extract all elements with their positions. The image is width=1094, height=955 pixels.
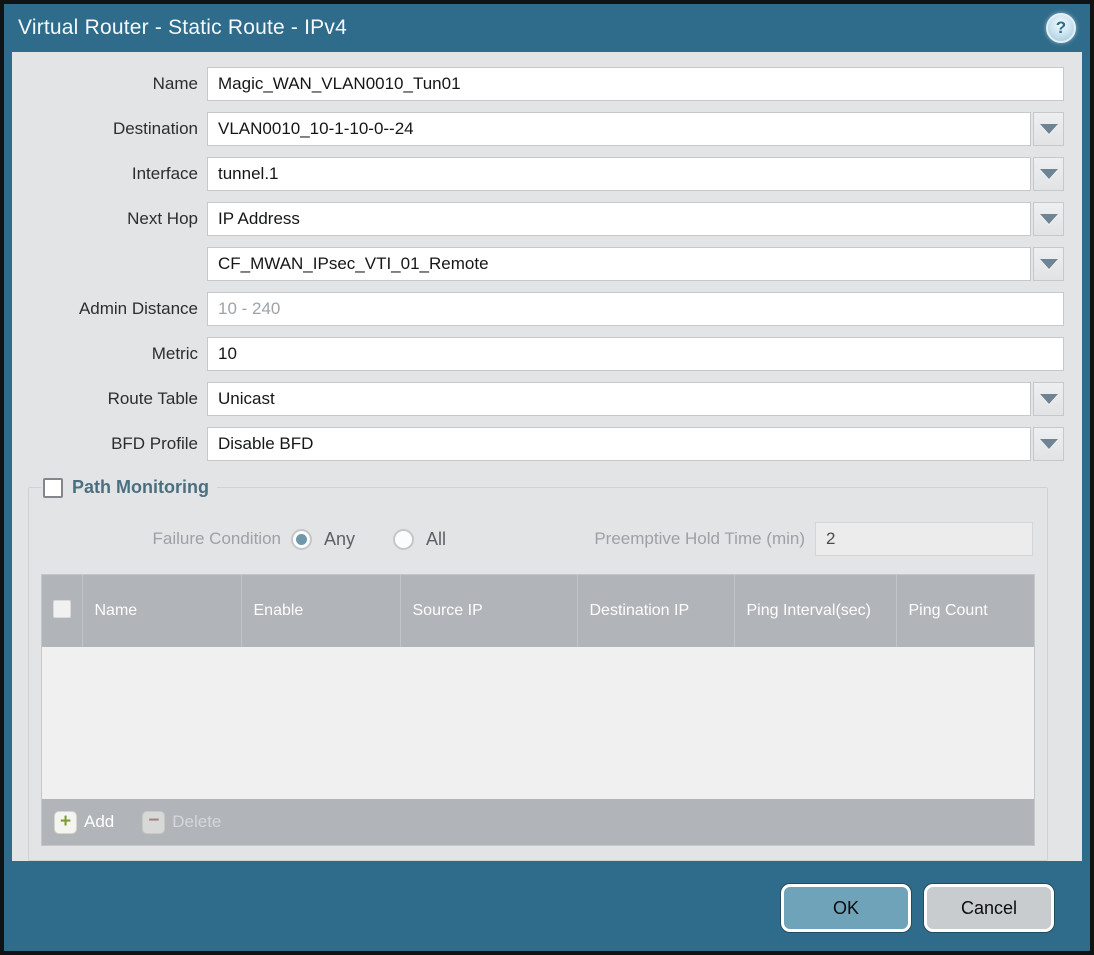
interface-label: Interface xyxy=(131,164,198,183)
route-table-input[interactable] xyxy=(207,382,1031,416)
form-row-name: Name xyxy=(12,67,1064,101)
plus-icon: + xyxy=(54,810,77,834)
failure-condition-radio-group: Any All xyxy=(291,528,446,550)
radio-any-icon[interactable] xyxy=(291,528,312,550)
path-monitoring-title: Path Monitoring xyxy=(72,477,209,497)
name-label: Name xyxy=(152,74,198,93)
dialog-content: Name Destination Interface Next Hop xyxy=(12,52,1082,861)
chevron-down-icon xyxy=(1039,439,1058,449)
form-row-route-table: Route Table xyxy=(12,382,1064,416)
dialog-footer: OK Cancel xyxy=(12,865,1082,951)
radio-option-all[interactable]: All xyxy=(393,528,446,550)
next-hop-label: Next Hop xyxy=(127,209,198,228)
radio-all-label[interactable]: All xyxy=(426,529,446,550)
table-header-row: Name Enable Source IP Destination IP Pin… xyxy=(42,575,1034,647)
metric-label: Metric xyxy=(151,344,198,363)
form-row-next-hop-address xyxy=(12,247,1064,281)
chevron-down-icon xyxy=(1039,124,1058,134)
form-row-admin-distance: Admin Distance xyxy=(12,292,1064,326)
delete-button-label: Delete xyxy=(172,812,222,831)
column-header-source-ip: Source IP xyxy=(400,575,578,647)
path-monitoring-section: Path Monitoring Failure Condition Any Al… xyxy=(28,477,1048,861)
route-table-label: Route Table xyxy=(107,389,198,408)
chevron-down-icon xyxy=(1039,394,1058,404)
path-monitoring-table: Name Enable Source IP Destination IP Pin… xyxy=(41,574,1035,846)
add-button-label: Add xyxy=(84,812,115,831)
path-monitoring-legend: Path Monitoring xyxy=(41,477,217,498)
form-row-next-hop: Next Hop xyxy=(12,202,1064,236)
failure-condition-row: Failure Condition Any All Preemptive Hol… xyxy=(43,522,1033,556)
interface-input[interactable] xyxy=(207,157,1031,191)
form-row-interface: Interface xyxy=(12,157,1064,191)
table-toolbar: + Add − Delete xyxy=(42,799,1034,845)
select-all-checkbox[interactable] xyxy=(52,599,71,618)
radio-all-icon[interactable] xyxy=(393,528,415,550)
table-body-empty xyxy=(42,647,1034,799)
path-monitoring-checkbox[interactable] xyxy=(43,477,63,498)
preemptive-hold-time-label: Preemptive Hold Time (min) xyxy=(594,529,805,548)
form-row-bfd-profile: BFD Profile xyxy=(12,427,1064,461)
next-hop-address-dropdown-button[interactable] xyxy=(1033,247,1064,281)
destination-label: Destination xyxy=(112,119,198,138)
chevron-down-icon xyxy=(1039,259,1058,269)
next-hop-type-dropdown-button[interactable] xyxy=(1033,202,1064,236)
ok-button[interactable]: OK xyxy=(781,884,911,932)
help-icon[interactable]: ? xyxy=(1046,13,1076,43)
column-header-ping-count: Ping Count xyxy=(896,575,1034,647)
interface-dropdown-button[interactable] xyxy=(1033,157,1064,191)
route-table-dropdown-button[interactable] xyxy=(1033,382,1064,416)
column-header-destination-ip: Destination IP xyxy=(577,575,735,647)
admin-distance-input[interactable] xyxy=(207,292,1064,326)
titlebar: Virtual Router - Static Route - IPv4 ? xyxy=(4,4,1090,52)
add-button[interactable]: + Add xyxy=(54,810,115,834)
column-header-name: Name xyxy=(82,575,242,647)
metric-input[interactable] xyxy=(207,337,1064,371)
destination-input[interactable] xyxy=(207,112,1031,146)
chevron-down-icon xyxy=(1039,169,1058,179)
name-input[interactable] xyxy=(207,67,1064,101)
bfd-profile-dropdown-button[interactable] xyxy=(1033,427,1064,461)
next-hop-type-input[interactable] xyxy=(207,202,1031,236)
column-header-ping-interval: Ping Interval(sec) xyxy=(734,575,897,647)
bfd-profile-label: BFD Profile xyxy=(111,434,198,453)
form-row-metric: Metric xyxy=(12,337,1064,371)
form-row-destination: Destination xyxy=(12,112,1064,146)
bfd-profile-input[interactable] xyxy=(207,427,1031,461)
dialog-window: Virtual Router - Static Route - IPv4 ? N… xyxy=(0,0,1094,955)
delete-button[interactable]: − Delete xyxy=(142,810,222,834)
radio-option-any[interactable]: Any xyxy=(291,528,355,550)
minus-icon: − xyxy=(142,810,166,834)
next-hop-address-input[interactable] xyxy=(207,247,1031,281)
destination-dropdown-button[interactable] xyxy=(1033,112,1064,146)
dialog-title: Virtual Router - Static Route - IPv4 xyxy=(18,16,347,39)
failure-condition-label: Failure Condition xyxy=(152,529,281,548)
radio-any-label[interactable]: Any xyxy=(324,529,355,550)
admin-distance-label: Admin Distance xyxy=(78,299,198,318)
preemptive-hold-time-input[interactable] xyxy=(815,522,1033,556)
cancel-button[interactable]: Cancel xyxy=(924,884,1054,932)
chevron-down-icon xyxy=(1039,214,1058,224)
column-header-enable: Enable xyxy=(241,575,401,647)
